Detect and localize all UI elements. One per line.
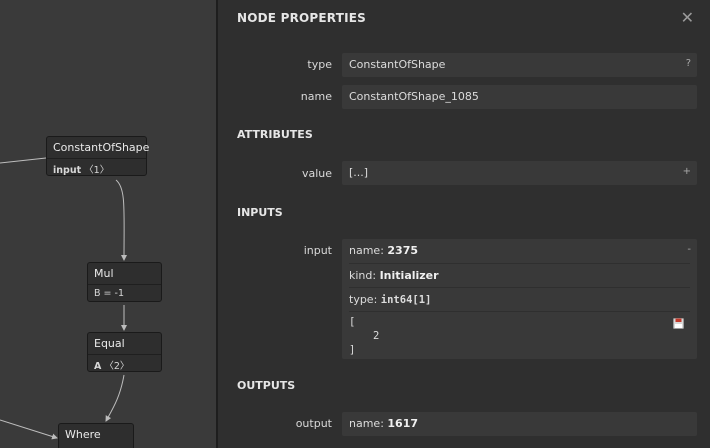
inputs-heading: INPUTS: [237, 206, 283, 219]
type-field: ConstantOfShape ?: [342, 53, 697, 77]
outputs-heading: OUTPUTS: [237, 379, 296, 392]
tensor-close: ]: [349, 344, 356, 356]
graph-node-mul[interactable]: Mul B = -1: [87, 262, 162, 302]
node-title: Where: [65, 428, 101, 441]
output-label: output: [295, 417, 332, 430]
expand-button[interactable]: +: [683, 161, 691, 183]
input-type: type: int64[1]: [349, 287, 690, 311]
input-kind: kind: Initializer: [349, 263, 690, 287]
value-field: [...] +: [342, 161, 697, 185]
edge-equal-to-where: [105, 374, 125, 422]
output-field: name: 1617: [342, 412, 697, 436]
node-attribute: A 〈2〉: [88, 354, 161, 372]
tensor-open: [: [349, 316, 356, 328]
help-button[interactable]: ?: [686, 53, 691, 75]
panel-title: NODE PROPERTIES: [237, 11, 366, 25]
node-properties-panel: NODE PROPERTIES ✕ type ConstantOfShape ?…: [218, 0, 710, 448]
type-value: ConstantOfShape: [349, 58, 446, 71]
node-title: Mul: [94, 267, 114, 280]
value-value: [...]: [349, 166, 369, 179]
input-name: name: 2375: [349, 244, 419, 257]
edge-input-to-constantofshape: [0, 157, 47, 164]
input-label: input: [303, 244, 332, 257]
graph-edges: [0, 157, 128, 440]
node-title: ConstantOfShape: [53, 141, 150, 154]
attributes-heading: ATTRIBUTES: [237, 128, 313, 141]
name-label: name: [300, 90, 332, 103]
node-attribute: input 〈1〉: [47, 158, 146, 176]
tensor-value: 2: [373, 330, 380, 342]
graph-node-equal[interactable]: Equal A 〈2〉: [87, 332, 162, 372]
graph-node-where[interactable]: Where: [58, 423, 134, 448]
collapse-button[interactable]: -: [687, 239, 691, 261]
output-name: name: 1617: [349, 417, 419, 430]
name-field: ConstantOfShape_1085: [342, 85, 697, 109]
graph-node-constantofshape[interactable]: ConstantOfShape input 〈1〉: [46, 136, 150, 176]
name-value: ConstantOfShape_1085: [349, 90, 479, 103]
input-tensor: [ 2 ]: [349, 311, 690, 359]
input-field: name: 2375 - kind: Initializer type: int…: [342, 239, 697, 359]
value-label: value: [301, 167, 332, 180]
edge-input-to-where: [0, 419, 58, 440]
graph-canvas[interactable]: ConstantOfShape input 〈1〉 Mul B = -1 Equ…: [0, 0, 217, 448]
node-title: Equal: [94, 337, 125, 350]
edge-constantofshape-to-mul: [115, 179, 128, 261]
close-icon[interactable]: ✕: [681, 8, 694, 27]
type-label: type: [307, 58, 332, 71]
save-icon[interactable]: [673, 318, 684, 332]
node-attribute: B = -1: [88, 284, 161, 301]
